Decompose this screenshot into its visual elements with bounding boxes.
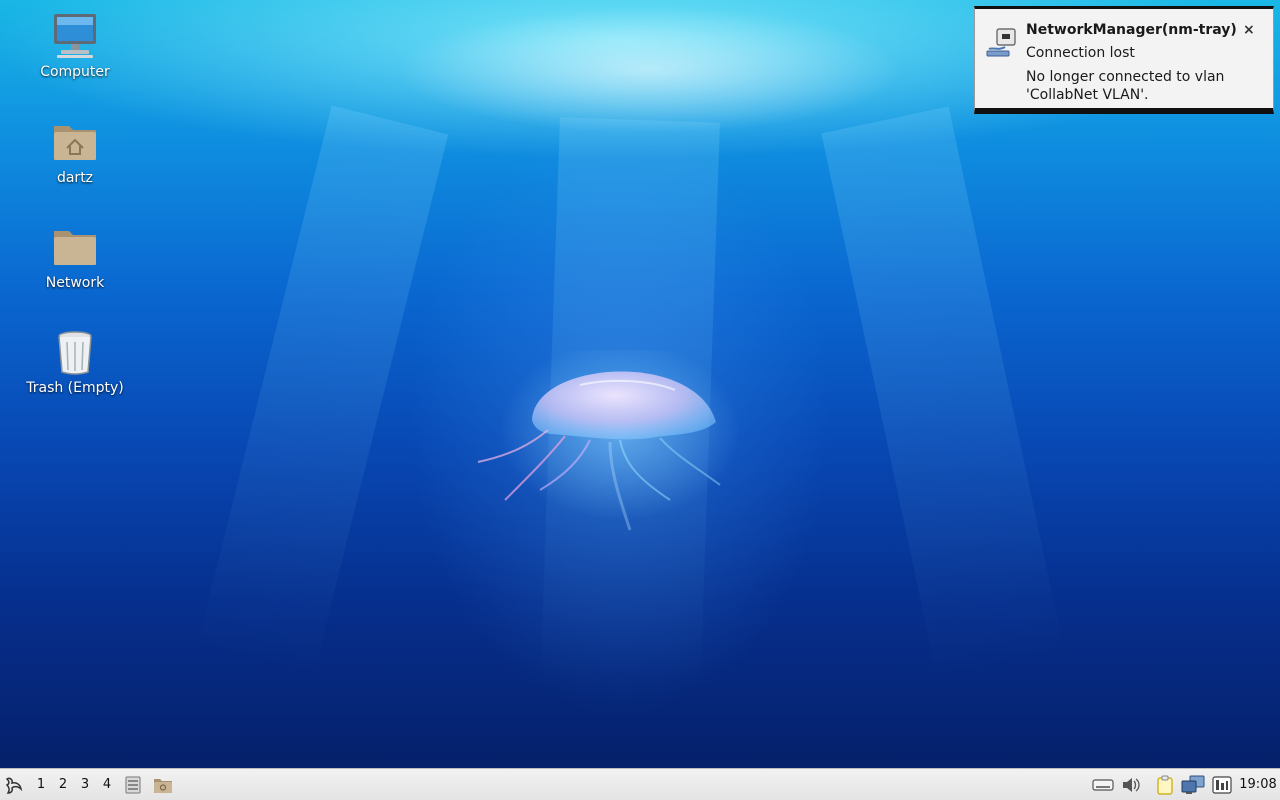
desktop-icon-dartz[interactable]: dartz <box>20 118 130 186</box>
network-wired-icon <box>985 27 1019 61</box>
jellyfish-image <box>477 350 740 531</box>
desktop-icon-trash[interactable]: Trash (Empty) <box>20 328 130 396</box>
notification-popup[interactable]: NetworkManager(nm-tray) Connection lost … <box>974 6 1274 114</box>
light-ray <box>196 105 449 678</box>
close-icon[interactable]: × <box>1243 22 1255 38</box>
computer-icon <box>51 12 99 60</box>
taskbar: 1 2 3 4 19:08 <box>0 768 1280 800</box>
desktop-icon-label: Computer <box>40 64 110 80</box>
folder-launcher-icon[interactable] <box>151 769 175 800</box>
workspace-3[interactable]: 3 <box>76 769 94 800</box>
keyboard-icon[interactable] <box>1091 769 1115 800</box>
cpu-monitor-icon[interactable] <box>1210 769 1234 800</box>
desktop-icon-label: dartz <box>56 170 94 186</box>
desktop-icon-label: Trash (Empty) <box>26 380 124 396</box>
desktop-icon-computer[interactable]: Computer <box>20 12 130 80</box>
volume-icon[interactable] <box>1119 769 1143 800</box>
clock[interactable]: 19:08 <box>1238 769 1278 800</box>
desktop-icon-network[interactable]: Network <box>20 223 130 291</box>
notification-summary: Connection lost <box>1026 45 1135 61</box>
notification-body: No longer connected to vlan 'CollabNet V… <box>1026 69 1225 103</box>
start-menu-icon[interactable] <box>2 769 26 800</box>
light-ray <box>821 106 1066 682</box>
trash-icon <box>51 328 99 376</box>
desktop-icon-label: Network <box>45 275 105 291</box>
workspace-2[interactable]: 2 <box>54 769 72 800</box>
workspace-1[interactable]: 1 <box>32 769 50 800</box>
workspace-4[interactable]: 4 <box>98 769 116 800</box>
folder-icon <box>51 223 99 271</box>
desktop-background: Computer dartz Network Trash (Empty) Net… <box>0 0 1280 768</box>
notification-app-name: NetworkManager(nm-tray) <box>1026 22 1237 38</box>
clipboard-icon[interactable] <box>1153 769 1177 800</box>
home-folder-icon <box>51 118 99 166</box>
file-manager-launcher-icon[interactable] <box>122 769 144 800</box>
network-tray-icon[interactable] <box>1181 769 1205 800</box>
